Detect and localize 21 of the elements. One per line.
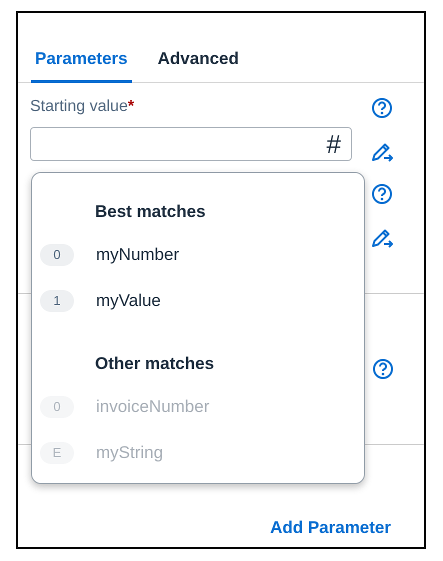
starting-value-field[interactable]: # [30,127,352,161]
suggestion-label: myValue [96,290,161,312]
suggestion-label: invoiceNumber [96,396,210,418]
add-parameter-link[interactable]: Add Parameter [270,515,391,540]
index-badge: 1 [40,290,74,312]
suggestion-item[interactable]: 1 myValue [32,278,364,324]
group-heading: Other matches [94,353,216,375]
type-symbol: # [326,131,342,157]
group-heading: Best matches [94,201,207,223]
tab[interactable]: Parameters [31,13,132,83]
suggestion-label: myNumber [96,244,180,266]
help-icon[interactable] [372,358,394,380]
index-badge: E [40,442,74,464]
tab[interactable]: Advanced [154,13,243,83]
suggestion-item[interactable]: 0 myNumber [32,232,364,278]
help-icon[interactable] [371,183,393,205]
help-icon[interactable] [371,97,393,119]
suggestion-label: myString [96,442,164,464]
index-badge: 0 [40,244,74,266]
index-badge: 0 [40,396,74,418]
field-label: Starting value* [30,97,136,117]
